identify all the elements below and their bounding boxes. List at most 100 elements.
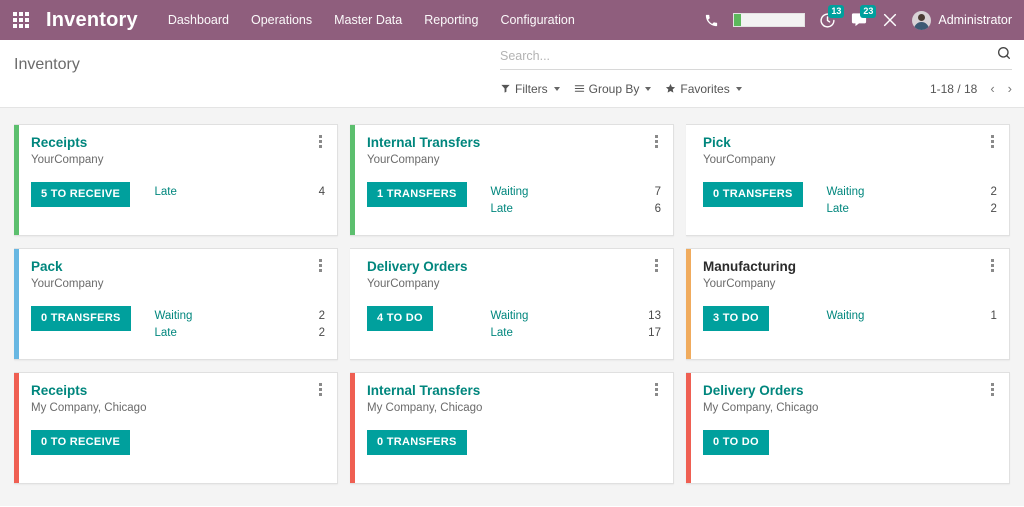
stat-value[interactable]: 6 [655, 201, 661, 219]
card-action-button[interactable]: 5 TO RECEIVE [31, 182, 130, 207]
stat-label[interactable]: Waiting [826, 184, 864, 202]
kanban-card[interactable]: Pick YourCompany 0 TRANSFERS Waiting 2 L… [686, 124, 1010, 236]
stat-value[interactable]: 13 [648, 308, 661, 326]
menu-item-reporting[interactable]: Reporting [424, 13, 478, 27]
menu-item-configuration[interactable]: Configuration [500, 13, 574, 27]
search-icon[interactable] [996, 45, 1012, 66]
card-body: Manufacturing YourCompany 3 TO DO Waitin… [691, 249, 1009, 359]
stat-value[interactable]: 17 [648, 325, 661, 343]
stat-value[interactable]: 2 [991, 184, 997, 202]
stat-label[interactable]: Waiting [490, 184, 528, 202]
card-menu-icon[interactable] [651, 133, 663, 149]
card-action-button[interactable]: 4 TO DO [367, 306, 433, 331]
card-menu-icon[interactable] [315, 381, 327, 397]
stat-value[interactable]: 7 [655, 184, 661, 202]
stat-value[interactable]: 4 [319, 184, 325, 202]
card-action-button[interactable]: 0 TRANSFERS [703, 182, 803, 207]
activities-menu[interactable]: 13 [819, 12, 836, 29]
kanban-card[interactable]: Pack YourCompany 0 TRANSFERS Waiting 2 L… [14, 248, 338, 360]
card-title[interactable]: Pick [703, 135, 997, 151]
card-title[interactable]: Delivery Orders [367, 259, 661, 275]
card-stats: Waiting 1 [826, 306, 997, 326]
card-company-label: My Company, Chicago [703, 402, 997, 414]
phone-icon[interactable] [704, 13, 719, 28]
kanban-card[interactable]: Receipts YourCompany 5 TO RECEIVE Late 4 [14, 124, 338, 236]
messages-menu[interactable]: 23 [850, 12, 868, 29]
stat-label[interactable]: Waiting [490, 308, 528, 326]
card-bottom: 4 TO DO Waiting 13 Late 17 [367, 306, 661, 344]
card-action-button[interactable]: 0 TO RECEIVE [31, 430, 130, 455]
card-bottom: 0 TO DO [703, 430, 997, 455]
stat-row: Late 17 [490, 325, 661, 343]
card-action-button[interactable]: 0 TRANSFERS [31, 306, 131, 331]
stat-label[interactable]: Late [154, 184, 176, 202]
card-menu-icon[interactable] [315, 133, 327, 149]
menu-item-dashboard[interactable]: Dashboard [168, 13, 229, 27]
search-input[interactable] [500, 49, 996, 63]
kanban-card-wrapper: Pack YourCompany 0 TRANSFERS Waiting 2 L… [8, 242, 344, 366]
stat-row: Late 2 [826, 201, 997, 219]
filters-dropdown[interactable]: Filters [500, 82, 560, 96]
pager: 1-18 / 18 ‹ › [930, 81, 1012, 96]
stat-value[interactable]: 1 [991, 308, 997, 326]
group-lines-icon [574, 83, 585, 94]
card-action-button[interactable]: 0 TO DO [703, 430, 769, 455]
apps-grid-icon[interactable] [8, 7, 34, 33]
card-company-label: YourCompany [367, 154, 661, 166]
card-bottom: 0 TRANSFERS Waiting 2 Late 2 [703, 182, 997, 220]
card-company-label: YourCompany [367, 278, 661, 290]
breadcrumb[interactable]: Inventory [14, 56, 80, 74]
card-title[interactable]: Internal Transfers [367, 135, 661, 151]
kanban-card[interactable]: Internal Transfers YourCompany 1 TRANSFE… [350, 124, 674, 236]
wrench-tools-icon[interactable] [882, 12, 898, 28]
kanban-card[interactable]: Internal Transfers My Company, Chicago 0… [350, 372, 674, 484]
stat-value[interactable]: 2 [319, 325, 325, 343]
card-title[interactable]: Internal Transfers [367, 383, 661, 399]
card-body: Delivery Orders My Company, Chicago 0 TO… [691, 373, 1009, 483]
stat-label[interactable]: Late [154, 325, 176, 343]
stat-row: Late 2 [154, 325, 325, 343]
pager-next-button[interactable]: › [1008, 81, 1012, 96]
menu-item-master-data[interactable]: Master Data [334, 13, 402, 27]
stat-value[interactable]: 2 [319, 308, 325, 326]
card-menu-icon[interactable] [987, 381, 999, 397]
card-action-button[interactable]: 1 TRANSFERS [367, 182, 467, 207]
stat-row: Waiting 1 [826, 308, 997, 326]
card-menu-icon[interactable] [651, 381, 663, 397]
favorites-dropdown[interactable]: Favorites [665, 82, 741, 96]
menu-item-operations[interactable]: Operations [251, 13, 312, 27]
kanban-card[interactable]: Receipts My Company, Chicago 0 TO RECEIV… [14, 372, 338, 484]
card-menu-icon[interactable] [651, 257, 663, 273]
card-title[interactable]: Receipts [31, 135, 325, 151]
control-panel: Inventory Filters [0, 40, 1024, 108]
card-menu-icon[interactable] [987, 257, 999, 273]
stat-label[interactable]: Waiting [826, 308, 864, 326]
card-action-button[interactable]: 3 TO DO [703, 306, 769, 331]
user-name-label: Administrator [938, 13, 1012, 27]
stat-value[interactable]: 2 [991, 201, 997, 219]
card-stats: Late 4 [154, 182, 325, 202]
card-title[interactable]: Receipts [31, 383, 325, 399]
group-by-dropdown[interactable]: Group By [574, 82, 652, 96]
stat-row: Waiting 2 [826, 184, 997, 202]
stat-label[interactable]: Late [490, 325, 512, 343]
user-menu[interactable]: Administrator [912, 11, 1012, 30]
card-title[interactable]: Pack [31, 259, 325, 275]
pager-range-label: 1-18 / 18 [930, 82, 977, 96]
stat-row: Late 6 [490, 201, 661, 219]
app-brand-title[interactable]: Inventory [46, 9, 138, 32]
pager-previous-button[interactable]: ‹ [990, 81, 994, 96]
card-title[interactable]: Manufacturing [703, 259, 997, 275]
stat-label[interactable]: Late [490, 201, 512, 219]
card-bottom: 3 TO DO Waiting 1 [703, 306, 997, 331]
card-menu-icon[interactable] [315, 257, 327, 273]
stat-label[interactable]: Waiting [154, 308, 192, 326]
search-bar [500, 46, 1012, 70]
card-title[interactable]: Delivery Orders [703, 383, 997, 399]
stat-label[interactable]: Late [826, 201, 848, 219]
kanban-card[interactable]: Delivery Orders My Company, Chicago 0 TO… [686, 372, 1010, 484]
kanban-card[interactable]: Delivery Orders YourCompany 4 TO DO Wait… [350, 248, 674, 360]
card-menu-icon[interactable] [987, 133, 999, 149]
card-action-button[interactable]: 0 TRANSFERS [367, 430, 467, 455]
kanban-card[interactable]: Manufacturing YourCompany 3 TO DO Waitin… [686, 248, 1010, 360]
